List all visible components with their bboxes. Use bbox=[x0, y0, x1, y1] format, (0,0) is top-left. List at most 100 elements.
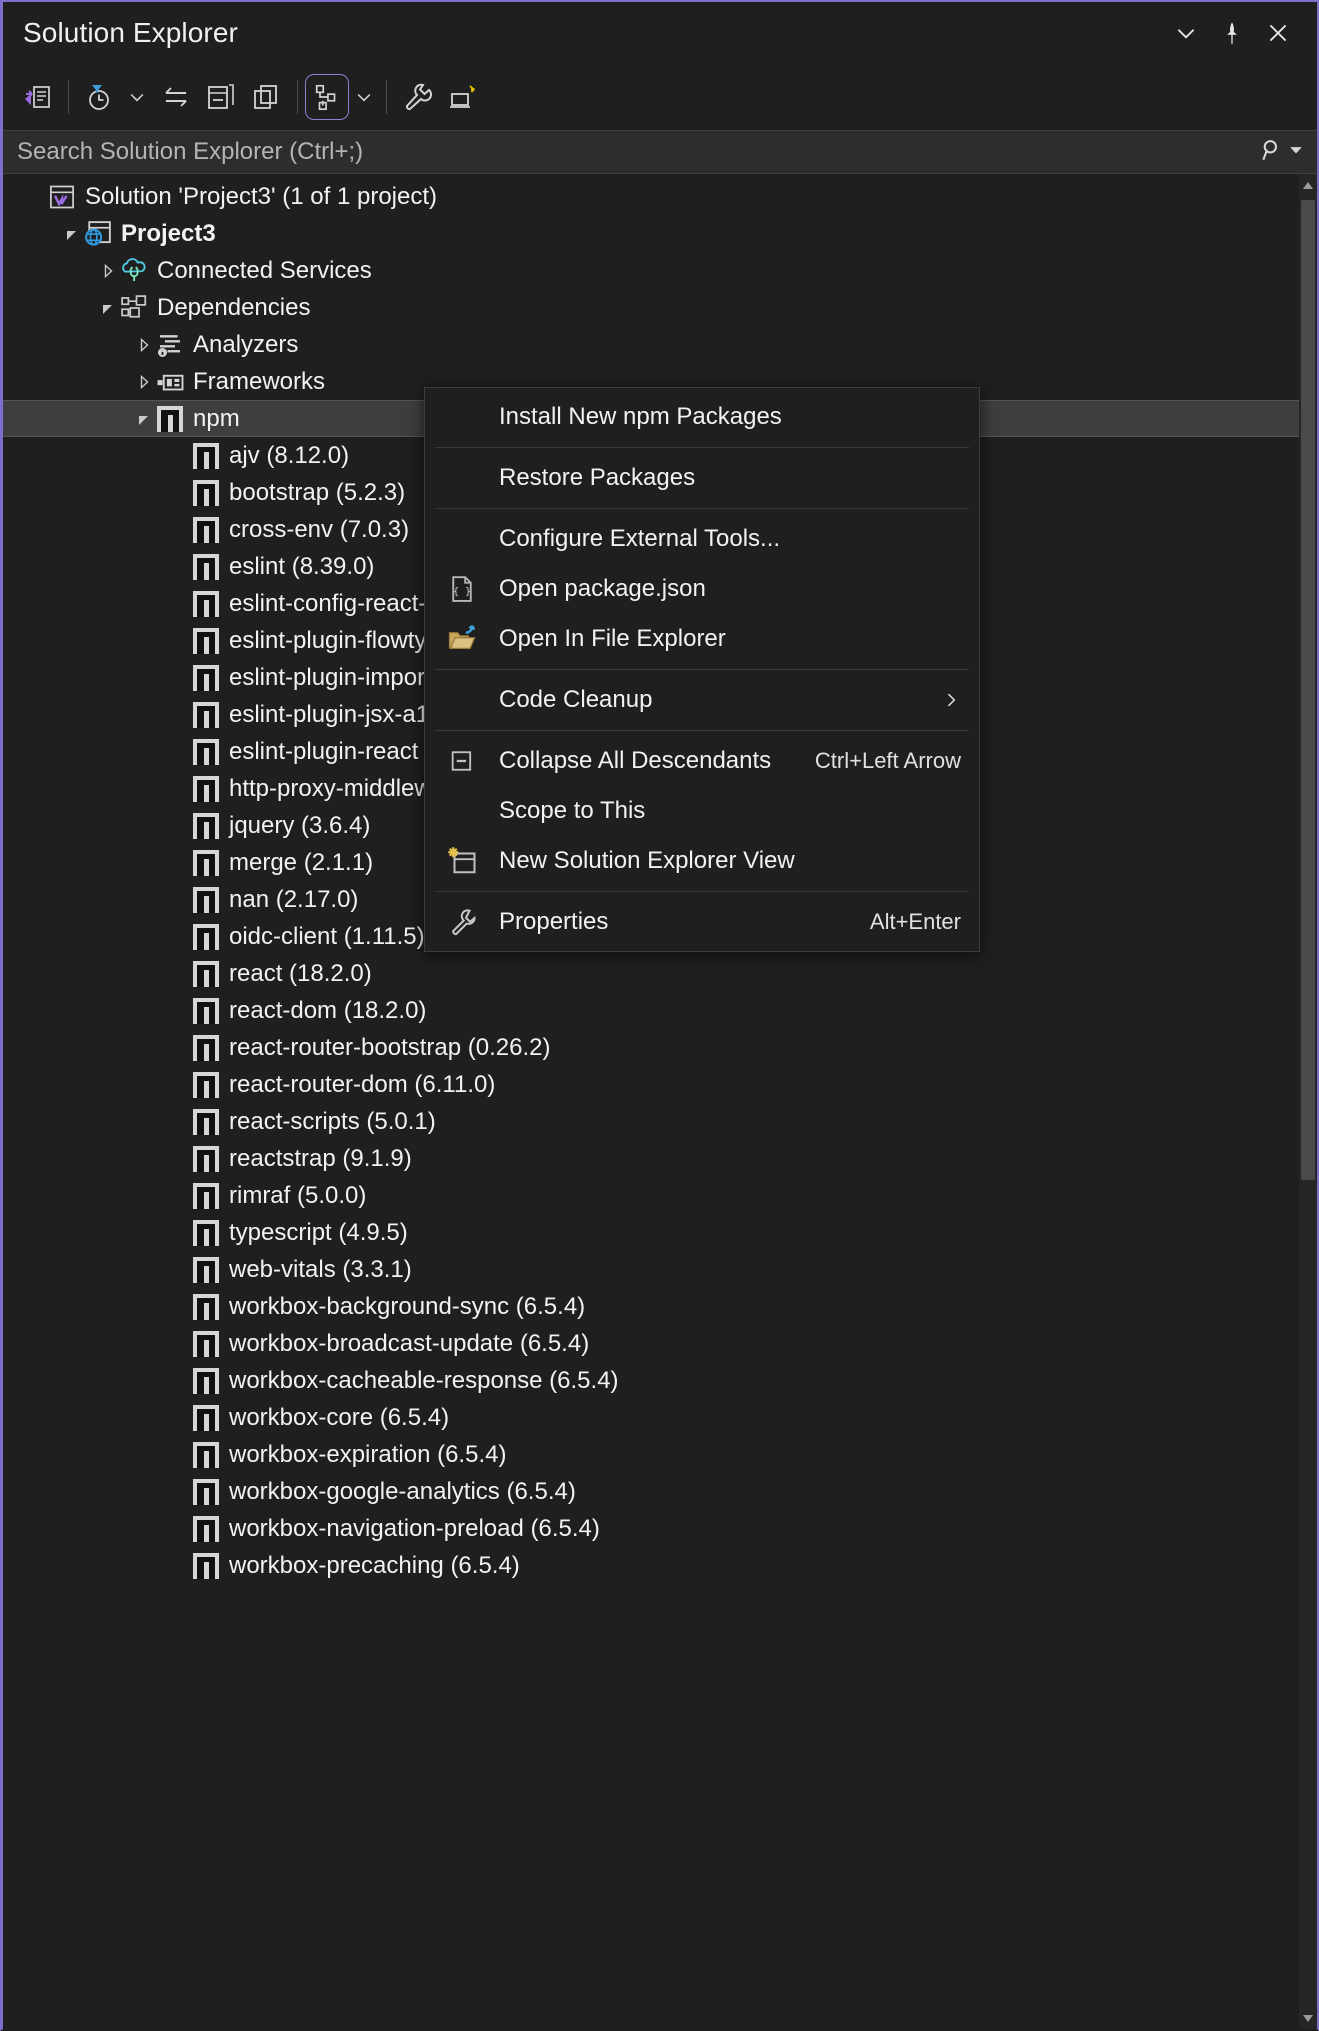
collapse-all-icon[interactable] bbox=[15, 74, 61, 120]
chevron-right-icon[interactable] bbox=[941, 690, 961, 710]
tree-row-p-workbox-background-sync[interactable]: workbox-background-sync (6.5.4) bbox=[3, 1288, 1317, 1325]
tree-row-label: web-vitals (3.3.1) bbox=[229, 1258, 412, 1282]
tree-indent-spacer bbox=[169, 630, 191, 652]
tree-row-p-react[interactable]: react (18.2.0) bbox=[3, 955, 1317, 992]
menu-item-label: New Solution Explorer View bbox=[499, 847, 979, 875]
tree-row-p-react-dom[interactable]: react-dom (18.2.0) bbox=[3, 992, 1317, 1029]
menu-item-code-cleanup[interactable]: Code Cleanup bbox=[425, 675, 979, 725]
menu-separator bbox=[435, 730, 969, 731]
npm-icon bbox=[191, 886, 221, 914]
tree-row-project3[interactable]: Project3 bbox=[3, 215, 1317, 252]
search-icon[interactable] bbox=[1259, 137, 1285, 168]
tree-row-p-workbox-expiration[interactable]: workbox-expiration (6.5.4) bbox=[3, 1436, 1317, 1473]
tree-indent-spacer bbox=[169, 1370, 191, 1392]
solution-views-dropdown-icon[interactable] bbox=[349, 74, 379, 120]
tree-expander-expanded-icon[interactable] bbox=[97, 297, 119, 319]
menu-item-scope-to-this[interactable]: Scope to This bbox=[425, 786, 979, 836]
tree-expander-expanded-icon[interactable] bbox=[133, 408, 155, 430]
tree-row-label: Solution 'Project3' (1 of 1 project) bbox=[85, 185, 437, 209]
tree-expander-collapsed-icon[interactable] bbox=[97, 260, 119, 282]
tree-row-p-workbox-google-analytics[interactable]: workbox-google-analytics (6.5.4) bbox=[3, 1473, 1317, 1510]
show-all-files-icon[interactable] bbox=[244, 74, 290, 120]
tree-row-p-react-router-dom[interactable]: react-router-dom (6.11.0) bbox=[3, 1066, 1317, 1103]
tree-row-label: Dependencies bbox=[157, 296, 310, 320]
tree-row-p-react-router-bootstrap[interactable]: react-router-bootstrap (0.26.2) bbox=[3, 1029, 1317, 1066]
tree-row-p-reactstrap[interactable]: reactstrap (9.1.9) bbox=[3, 1140, 1317, 1177]
tree-row-p-web-vitals[interactable]: web-vitals (3.3.1) bbox=[3, 1251, 1317, 1288]
scroll-down-icon[interactable] bbox=[1299, 2008, 1317, 2028]
menu-item-restore-packages[interactable]: Restore Packages bbox=[425, 453, 979, 503]
tree-row-label: merge (2.1.1) bbox=[229, 851, 373, 875]
menu-item-no-icon bbox=[441, 522, 483, 556]
npm-context-menu[interactable]: Install New npm Packages Restore Packages… bbox=[424, 387, 980, 952]
tree-row-p-rimraf[interactable]: rimraf (5.0.0) bbox=[3, 1177, 1317, 1214]
chevron-down-icon[interactable] bbox=[1163, 10, 1209, 56]
tree-indent-spacer bbox=[169, 519, 191, 541]
filter-dropdown-icon[interactable] bbox=[122, 74, 152, 120]
properties-wrench-icon[interactable] bbox=[394, 74, 440, 120]
npm-icon bbox=[191, 1256, 221, 1284]
solution-views-icon[interactable] bbox=[305, 74, 349, 120]
tree-expander-collapsed-icon[interactable] bbox=[133, 371, 155, 393]
npm-icon bbox=[191, 849, 221, 877]
menu-item-install-new-npm-packages[interactable]: Install New npm Packages bbox=[425, 392, 979, 442]
connected-services-icon bbox=[119, 257, 149, 285]
tree-expander-collapsed-icon[interactable] bbox=[133, 334, 155, 356]
search-dropdown-icon[interactable] bbox=[1289, 143, 1303, 162]
tree-row-label: bootstrap (5.2.3) bbox=[229, 481, 405, 505]
preview-selected-items-icon[interactable] bbox=[440, 74, 486, 120]
tree-row-p-workbox-core[interactable]: workbox-core (6.5.4) bbox=[3, 1399, 1317, 1436]
npm-icon bbox=[191, 738, 221, 766]
tree-row-p-workbox-broadcast-update[interactable]: workbox-broadcast-update (6.5.4) bbox=[3, 1325, 1317, 1362]
vertical-scrollbar[interactable] bbox=[1299, 174, 1317, 2030]
menu-item-collapse-all-descendants[interactable]: Collapse All DescendantsCtrl+Left Arrow bbox=[425, 736, 979, 786]
menu-item-configure-external-tools[interactable]: Configure External Tools... bbox=[425, 514, 979, 564]
menu-item-new-solution-explorer-view[interactable]: New Solution Explorer View bbox=[425, 836, 979, 886]
scrollbar-thumb[interactable] bbox=[1301, 200, 1315, 1180]
search-input[interactable]: Search Solution Explorer (Ctrl+;) bbox=[17, 138, 1259, 166]
search-icon-group[interactable] bbox=[1259, 137, 1303, 168]
sync-with-active-document-icon[interactable] bbox=[152, 74, 198, 120]
tree-indent-spacer bbox=[169, 556, 191, 578]
npm-icon bbox=[191, 1108, 221, 1136]
pending-changes-filter-icon[interactable] bbox=[76, 74, 122, 120]
search-bar[interactable]: Search Solution Explorer (Ctrl+;) bbox=[3, 130, 1317, 174]
menu-item-shortcut: Ctrl+Left Arrow bbox=[815, 748, 961, 774]
tree-row-analyzers[interactable]: Analyzers bbox=[3, 326, 1317, 363]
svg-text:{ }: { } bbox=[453, 587, 471, 598]
pin-icon[interactable] bbox=[1209, 10, 1255, 56]
tree-row-label: workbox-cacheable-response (6.5.4) bbox=[229, 1369, 619, 1393]
tree-row-p-typescript[interactable]: typescript (4.9.5) bbox=[3, 1214, 1317, 1251]
scroll-up-icon[interactable] bbox=[1299, 176, 1317, 196]
close-icon[interactable] bbox=[1255, 10, 1301, 56]
npm-icon bbox=[191, 960, 221, 988]
tree-row-p-workbox-cacheable-response[interactable]: workbox-cacheable-response (6.5.4) bbox=[3, 1362, 1317, 1399]
tree-row-label: typescript (4.9.5) bbox=[229, 1221, 408, 1245]
tree-row-label: npm bbox=[193, 407, 240, 431]
tree-row-p-workbox-precaching[interactable]: workbox-precaching (6.5.4) bbox=[3, 1547, 1317, 1584]
menu-item-label: Scope to This bbox=[499, 797, 979, 825]
tree-row-dependencies[interactable]: Dependencies bbox=[3, 289, 1317, 326]
tree-indent-spacer bbox=[169, 1444, 191, 1466]
tree-expander-expanded-icon[interactable] bbox=[61, 223, 83, 245]
npm-icon bbox=[191, 1182, 221, 1210]
npm-icon bbox=[191, 1219, 221, 1247]
properties-window-icon[interactable] bbox=[198, 74, 244, 120]
tree-indent-spacer bbox=[169, 1296, 191, 1318]
tree-row-connected-services[interactable]: Connected Services bbox=[3, 252, 1317, 289]
tree-row-label: cross-env (7.0.3) bbox=[229, 518, 409, 542]
tree-row-label: ajv (8.12.0) bbox=[229, 444, 349, 468]
menu-item-label: Code Cleanup bbox=[499, 686, 941, 714]
tree-indent-spacer bbox=[169, 1333, 191, 1355]
tree-row-solution[interactable]: Solution 'Project3' (1 of 1 project) bbox=[3, 178, 1317, 215]
tree-row-label: eslint (8.39.0) bbox=[229, 555, 374, 579]
npm-icon bbox=[155, 405, 185, 433]
menu-item-properties[interactable]: PropertiesAlt+Enter bbox=[425, 897, 979, 947]
tree-row-label: react-dom (18.2.0) bbox=[229, 999, 426, 1023]
tree-row-p-react-scripts[interactable]: react-scripts (5.0.1) bbox=[3, 1103, 1317, 1140]
npm-icon bbox=[191, 1404, 221, 1432]
tree-indent-spacer bbox=[169, 1518, 191, 1540]
menu-item-open-package-json[interactable]: { }Open package.json bbox=[425, 564, 979, 614]
tree-row-p-workbox-navigation-preload[interactable]: workbox-navigation-preload (6.5.4) bbox=[3, 1510, 1317, 1547]
menu-item-open-in-file-explorer[interactable]: Open In File Explorer bbox=[425, 614, 979, 664]
